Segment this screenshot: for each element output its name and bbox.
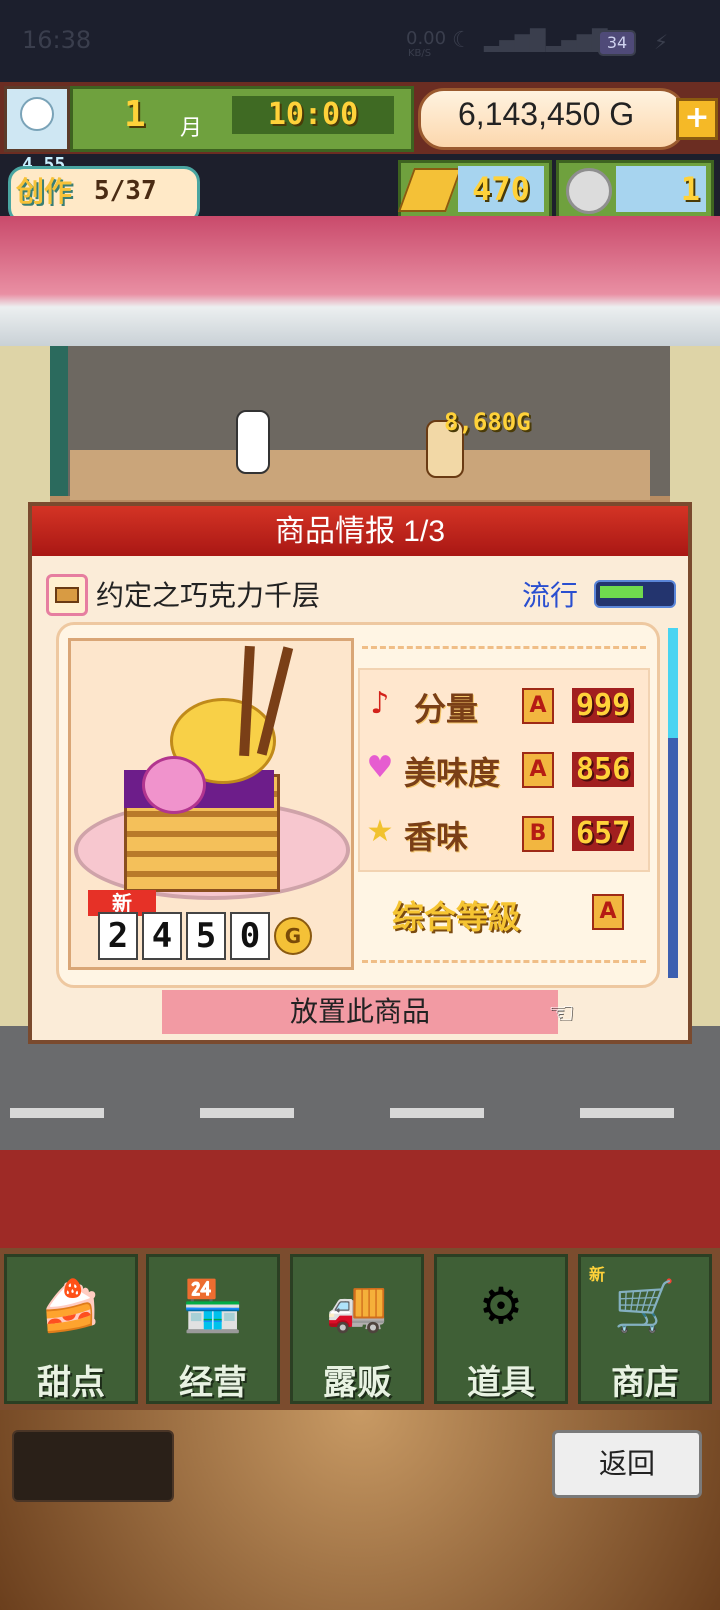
chef-character	[236, 410, 270, 474]
overall-grade-label: 综合等級	[392, 898, 521, 936]
empty-slot	[12, 1430, 174, 1502]
road-line	[390, 1108, 484, 1118]
menu-label: 经营	[179, 1363, 247, 1403]
gold-coin-icon: G	[274, 917, 312, 955]
menu-store-button[interactable]: 新 🛒 商店	[578, 1254, 712, 1404]
menu-items-button[interactable]: ⚙ 道具	[434, 1254, 568, 1404]
trend-meter-fill	[600, 586, 643, 598]
signal-icon: ▂▄▆█	[484, 28, 546, 52]
road-line	[580, 1108, 674, 1118]
price-digit: 5	[186, 912, 226, 960]
divider	[362, 960, 646, 963]
menu-manage-button[interactable]: 🏪 经营	[146, 1254, 280, 1404]
stat-grade-aroma: B	[522, 816, 554, 852]
stat-grade-quantity: A	[522, 688, 554, 724]
cake-icon: 🍰	[39, 1277, 103, 1335]
silver-coin-icon	[566, 168, 612, 214]
month-unit: 月	[180, 116, 203, 141]
cake-slice-icon	[55, 587, 79, 603]
charging-icon: ⚡	[654, 30, 669, 54]
stat-grade-taste: A	[522, 752, 554, 788]
price-digit: 2	[98, 912, 138, 960]
pointing-hand-icon: ☜	[548, 996, 575, 1031]
menu-stall-button[interactable]: 🚚 露贩	[290, 1254, 424, 1404]
back-button[interactable]: 返回	[552, 1430, 702, 1498]
shop-awning	[0, 216, 720, 346]
price-display: 2 4 5 0 G	[98, 912, 312, 960]
overall-grade: A	[592, 894, 624, 930]
rose-decoration	[142, 756, 206, 814]
dialog-title: 商品情报 1/3	[32, 506, 688, 556]
stat-label-quantity: 分量	[414, 690, 479, 728]
status-time: 16:38	[22, 26, 92, 54]
road	[0, 1026, 720, 1150]
avatar[interactable]	[4, 86, 70, 152]
scrollbar-thumb[interactable]	[668, 628, 678, 738]
music-note-icon: ♪	[370, 686, 390, 721]
decor-strip	[0, 1150, 720, 1248]
sale-amount-popup: 8,680G	[444, 408, 531, 436]
menu-label: 露贩	[323, 1363, 391, 1403]
moon-icon: ☾	[452, 28, 472, 53]
heart-icon: ♥	[366, 750, 394, 785]
ingot-count: 470	[458, 166, 544, 212]
create-label: 创作	[16, 175, 73, 208]
shop-icon: 🏪	[181, 1277, 245, 1335]
road-line	[10, 1108, 104, 1118]
price-digit: 0	[230, 912, 270, 960]
create-count: 5/37	[94, 176, 157, 206]
price-digit: 4	[142, 912, 182, 960]
truck-icon: 🚚	[325, 1277, 389, 1335]
menu-label: 商店	[611, 1363, 679, 1403]
stat-value-taste: 856	[572, 752, 635, 787]
menu-label: 道具	[467, 1363, 535, 1403]
clock: 10:00	[232, 96, 394, 134]
shop-floor	[70, 450, 650, 500]
gold-unit: G	[609, 96, 635, 132]
menu-dessert-button[interactable]: 🍰 甜点	[4, 1254, 138, 1404]
stat-label-aroma: 香味	[404, 818, 469, 856]
cart-icon: 🛒	[613, 1277, 677, 1335]
road-line	[200, 1108, 294, 1118]
stat-value-aroma: 657	[572, 816, 635, 851]
coin-count: 1	[616, 166, 706, 212]
category-icon	[46, 574, 88, 616]
place-product-button[interactable]: 放置此商品	[162, 990, 558, 1034]
star-icon: ★	[366, 814, 394, 849]
product-name: 约定之巧克力千层	[96, 580, 321, 611]
trend-label: 流行	[522, 580, 579, 611]
menu-label: 甜点	[37, 1363, 105, 1403]
month-number: 1	[124, 94, 146, 135]
battery-icon: 34	[598, 30, 636, 56]
add-gold-button[interactable]: +	[676, 98, 718, 140]
net-speed: 0.00	[406, 28, 447, 49]
net-speed-unit: KB/S	[408, 48, 432, 59]
gold-amount: 6,143,450 G	[458, 96, 635, 132]
snowman-icon	[20, 97, 54, 131]
stat-value-quantity: 999	[572, 688, 635, 723]
divider	[362, 646, 646, 649]
stat-label-taste: 美味度	[404, 754, 501, 792]
gear-bag-icon: ⚙	[478, 1277, 524, 1335]
